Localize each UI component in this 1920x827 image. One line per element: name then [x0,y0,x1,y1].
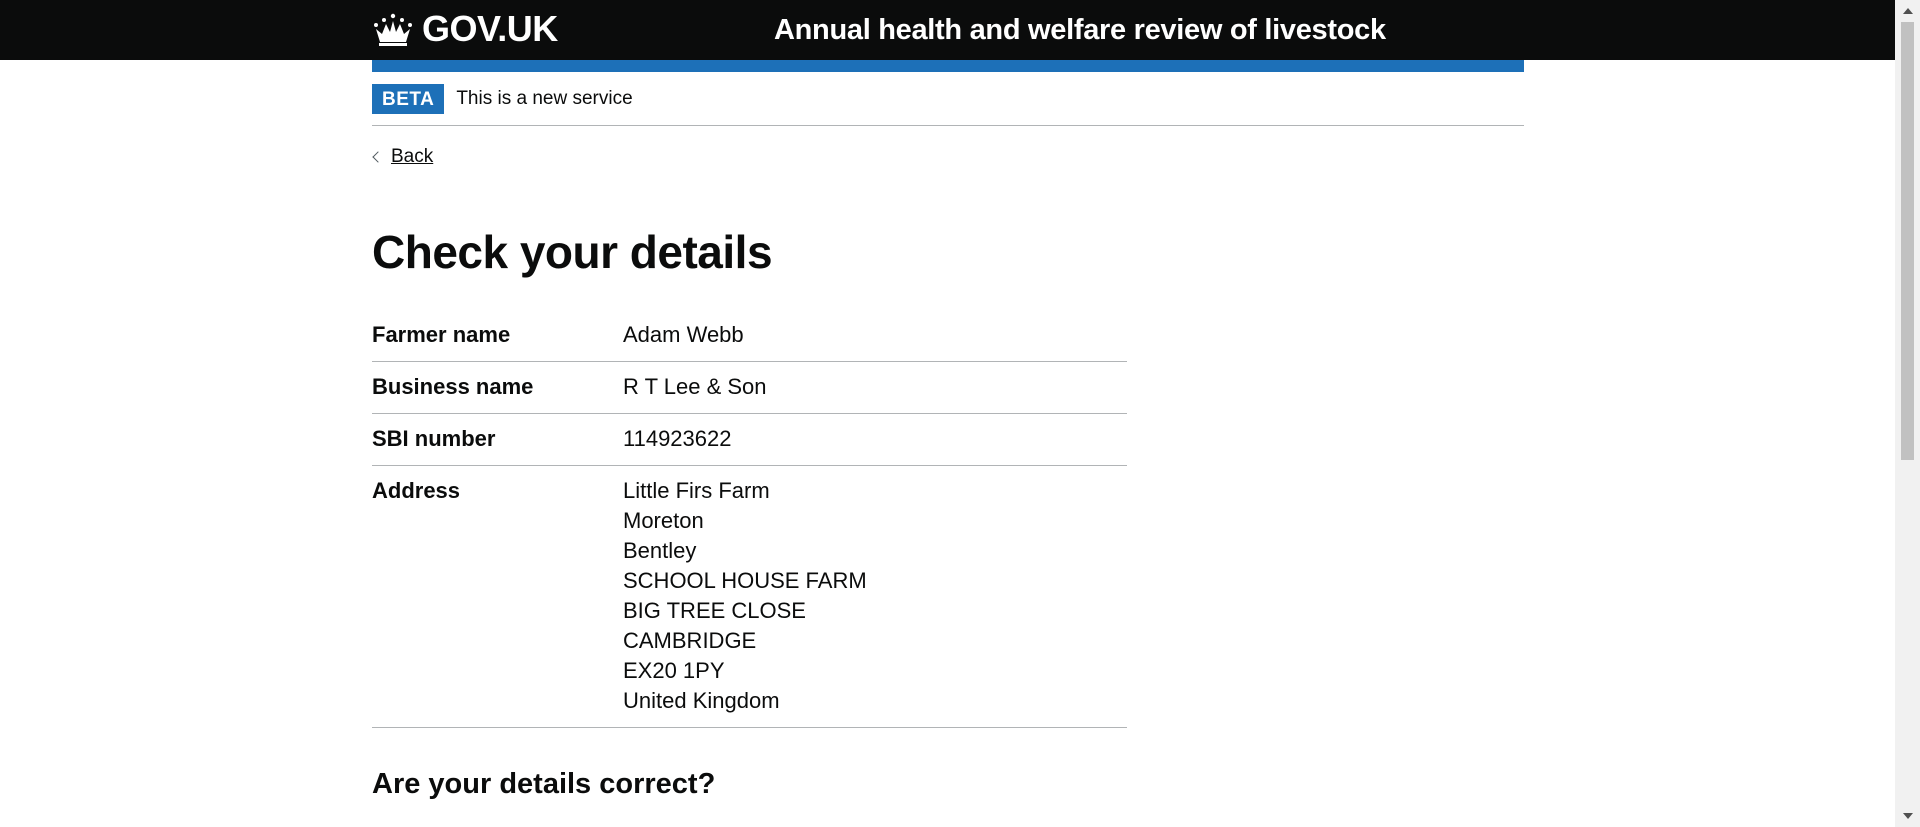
scrollbar-thumb[interactable] [1901,22,1914,460]
beta-tag: BETA [372,83,445,114]
back-link-label: Back [391,146,434,167]
summary-value: R T Lee & Son [623,374,767,399]
address-line: SCHOOL HOUSE FARM [623,568,867,593]
details-correct-question: Are your details correct? [372,768,716,800]
address-line: Moreton [623,508,704,533]
summary-value: Adam Webb [623,322,744,347]
back-link[interactable]: Back [372,146,433,168]
summary-value: 114923622 [623,426,732,451]
address-line: BIG TREE CLOSE [623,598,806,623]
page-title: Check your details [372,226,773,278]
address-line: Little Firs Farm [623,478,770,503]
summary-list: Farmer name Adam Webb Business name R T … [372,320,1127,728]
main-container: BETA This is a new service Back Check yo… [372,72,1524,802]
service-name-link[interactable]: Annual health and welfare review of live… [774,12,1386,48]
address-line: EX20 1PY [623,658,725,683]
summary-row-address: Address Little Firs Farm Moreton Bentley… [372,466,1127,728]
summary-key: Business name [372,374,534,399]
scroll-up-arrow-icon[interactable] [1895,0,1920,20]
phase-banner: BETA This is a new service [372,72,1524,126]
summary-row-farmer-name: Farmer name Adam Webb [372,320,1127,362]
site-header: GOV.UK Annual health and welfare review … [0,0,1895,60]
header-container: GOV.UK Annual health and welfare review … [372,0,1524,60]
address-line: Bentley [623,538,697,563]
logo-text: GOV.UK [422,8,558,49]
header-blue-bar [372,60,1524,72]
page: GOV.UK Annual health and welfare review … [0,0,1895,827]
summary-key: SBI number [372,426,496,451]
summary-key: Address [372,478,461,503]
summary-row-sbi-number: SBI number 114923622 [372,414,1127,466]
chevron-left-icon [372,151,384,163]
vertical-scrollbar[interactable] [1895,0,1920,827]
govuk-logo-link[interactable]: GOV.UK [372,9,558,49]
address-line: United Kingdom [623,688,780,713]
summary-key: Farmer name [372,322,511,347]
address-value: Little Firs Farm Moreton Bentley SCHOOL … [623,476,867,716]
summary-row-business-name: Business name R T Lee & Son [372,362,1127,414]
address-line: CAMBRIDGE [623,628,757,653]
phase-banner-text: This is a new service [456,87,633,109]
scroll-down-arrow-icon[interactable] [1895,807,1920,827]
crown-icon [374,13,412,46]
